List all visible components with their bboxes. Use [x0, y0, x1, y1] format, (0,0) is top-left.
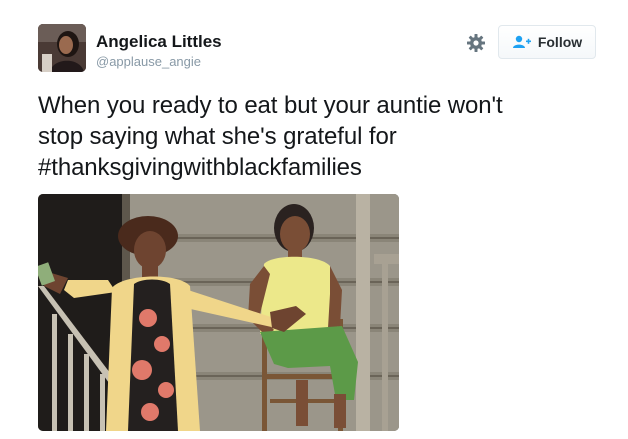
add-user-icon [512, 35, 532, 49]
avatar[interactable] [38, 24, 86, 72]
tweet-text-line-1: When you ready to eat but your auntie wo… [38, 92, 503, 119]
tweet-card: Angelica Littles @applause_angie Follow … [0, 0, 628, 439]
gear-icon[interactable] [466, 33, 486, 53]
avatar-image [38, 24, 86, 72]
display-name[interactable]: Angelica Littles [96, 32, 222, 52]
tweet-text: When you ready to eat but your auntie wo… [38, 90, 598, 183]
follow-button[interactable]: Follow [498, 25, 596, 59]
tweet-text-line-2: stop saying what she's grateful for [38, 123, 397, 150]
tweet-photo[interactable] [38, 194, 399, 431]
photo-image [38, 194, 399, 431]
screen-name[interactable]: @applause_angie [96, 54, 201, 69]
hashtag-link[interactable]: #thanksgivingwithblackfamilies [38, 152, 598, 183]
follow-label: Follow [537, 34, 583, 50]
